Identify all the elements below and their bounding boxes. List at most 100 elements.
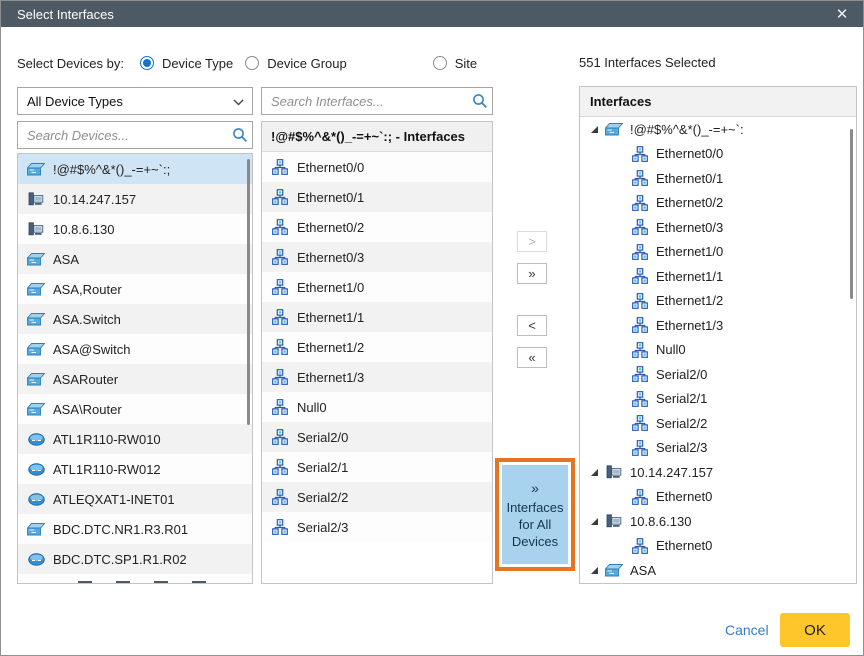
search-icon[interactable]	[228, 127, 252, 143]
device-row[interactable]: ASA@Switch	[18, 334, 252, 364]
search-interfaces-input[interactable]	[262, 89, 468, 113]
interface-icon	[630, 489, 650, 505]
device-row[interactable]: ASA	[18, 244, 252, 274]
tree-device-row[interactable]: !@#$%^&*()_-=+~`:	[580, 117, 856, 142]
device-row[interactable]: ATLEQXAT1-INET01	[18, 484, 252, 514]
interface-row[interactable]: Serial2/2	[262, 482, 492, 512]
interface-row[interactable]: Ethernet1/2	[262, 332, 492, 362]
tree-interface-row[interactable]: Null0	[580, 338, 856, 363]
interface-row[interactable]: Null0	[262, 392, 492, 422]
radio-device-group-circle[interactable]	[245, 56, 259, 70]
close-icon[interactable]: ✕	[831, 3, 853, 25]
tree-interface-row[interactable]: Serial2/1	[580, 387, 856, 412]
device-row[interactable]: BDC.DTC.NR1.R3.R01	[18, 514, 252, 544]
cancel-button[interactable]: Cancel	[725, 622, 769, 638]
tree-device-row[interactable]: 10.8.6.130	[580, 509, 856, 534]
expander-icon[interactable]	[588, 466, 600, 478]
device-row[interactable]: ATL1R110-RW012	[18, 454, 252, 484]
interface-row[interactable]: Ethernet0/1	[262, 182, 492, 212]
tree-interface-row[interactable]: Ethernet1/3	[580, 313, 856, 338]
tree-interface-row[interactable]: Ethernet0	[580, 534, 856, 559]
tree-interface-row[interactable]: Ethernet0/0	[580, 142, 856, 167]
pc-icon	[604, 513, 624, 529]
radio-device-type-circle[interactable]	[140, 56, 154, 70]
radio-device-type[interactable]: Device Type	[140, 56, 233, 71]
tree-interface-row[interactable]: Serial2/2	[580, 411, 856, 436]
device-row[interactable]: ATL1R110-RW010	[18, 424, 252, 454]
tree-interface-row[interactable]: Ethernet0/2	[580, 191, 856, 216]
double-chevron-right-icon: »	[531, 480, 539, 497]
device-row[interactable]: 10.14.247.157	[18, 184, 252, 214]
device-row[interactable]: 10.8.6.130	[18, 214, 252, 244]
tree-interface-row[interactable]: Serial2/0	[580, 362, 856, 387]
device-row[interactable]: !@#$%^&*()_-=+~`:;	[18, 154, 252, 184]
remove-selected-button[interactable]: <	[517, 315, 547, 336]
interface-icon	[270, 459, 290, 475]
tree-interface-row[interactable]: Ethernet0/3	[580, 215, 856, 240]
tree-interface-name: Serial2/2	[656, 416, 707, 431]
tree-interface-row[interactable]: Ethernet1/0	[580, 240, 856, 265]
highlight-annotation: » Interfaces for All Devices	[495, 458, 575, 571]
interface-row[interactable]: Serial2/3	[262, 512, 492, 542]
expander-icon[interactable]	[588, 515, 600, 527]
expander-icon[interactable]	[588, 123, 600, 135]
pc-icon	[26, 221, 46, 237]
interface-row[interactable]: Ethernet1/3	[262, 362, 492, 392]
interface-name: Ethernet1/3	[297, 370, 364, 385]
tree-interface-row[interactable]: Ethernet1/2	[580, 289, 856, 314]
interface-row[interactable]: Ethernet0/2	[262, 212, 492, 242]
interfaces-selected-count: 551 Interfaces Selected	[579, 55, 716, 70]
device-row[interactable]: BDC.DTC.SP1.R1.R02	[18, 544, 252, 574]
device-type-dropdown[interactable]: All Device Types	[17, 87, 253, 115]
pc-icon	[604, 464, 624, 480]
tree-interface-name: Ethernet1/1	[656, 269, 723, 284]
tree-interface-name: Ethernet0/2	[656, 195, 723, 210]
pc-icon	[26, 191, 46, 207]
tree-interface-row[interactable]: Ethernet1/1	[580, 264, 856, 289]
interface-name: Serial2/2	[297, 490, 348, 505]
search-icon[interactable]	[468, 93, 492, 109]
interfaces-for-all-devices-button[interactable]: » Interfaces for All Devices	[502, 465, 568, 564]
tree-interface-row[interactable]: Ethernet0	[580, 485, 856, 510]
interface-icon	[630, 366, 650, 382]
add-all-button[interactable]: »	[517, 263, 547, 284]
radio-site-label: Site	[455, 56, 477, 71]
device-row[interactable]: ASA,Router	[18, 274, 252, 304]
search-devices-input[interactable]	[18, 123, 228, 147]
add-selected-button[interactable]: >	[517, 231, 547, 252]
device-list-scrollbar[interactable]	[247, 159, 250, 425]
tree-interface-name: Ethernet0	[656, 538, 712, 553]
radio-device-type-label: Device Type	[162, 56, 233, 71]
tree-scrollbar[interactable]	[850, 129, 853, 299]
interface-row[interactable]: Serial2/0	[262, 422, 492, 452]
remove-all-button[interactable]: «	[517, 347, 547, 368]
interface-icon	[270, 399, 290, 415]
device-row[interactable]: ASA\Router	[18, 394, 252, 424]
device-name: ASA\Router	[53, 402, 122, 417]
tree-device-row[interactable]: 10.14.247.157	[580, 460, 856, 485]
radio-site[interactable]: Site	[433, 56, 477, 71]
tree-interface-row[interactable]: Serial2/3	[580, 436, 856, 461]
ok-button[interactable]: OK	[780, 613, 850, 647]
switch-icon	[604, 121, 624, 137]
switch-icon	[26, 161, 46, 177]
tree-device-row[interactable]: ASA	[580, 558, 856, 583]
interface-row[interactable]: Ethernet1/1	[262, 302, 492, 332]
radio-site-circle[interactable]	[433, 56, 447, 70]
device-name: BDC.DTC.SP1.R1.R02	[53, 552, 187, 567]
interface-icon	[270, 219, 290, 235]
device-row[interactable]: ASARouter	[18, 364, 252, 394]
tree-interface-name: Ethernet0/1	[656, 171, 723, 186]
interface-row[interactable]: Ethernet1/0	[262, 272, 492, 302]
device-row[interactable]: ASA.Switch	[18, 304, 252, 334]
interface-row[interactable]: Ethernet0/3	[262, 242, 492, 272]
tree-interface-name: Serial2/0	[656, 367, 707, 382]
interface-row[interactable]: Ethernet0/0	[262, 152, 492, 182]
tree-interface-row[interactable]: Ethernet0/1	[580, 166, 856, 191]
interface-row[interactable]: Serial2/1	[262, 452, 492, 482]
interface-icon	[270, 489, 290, 505]
radio-device-group[interactable]: Device Group	[245, 56, 346, 71]
expander-icon[interactable]	[588, 564, 600, 576]
tree-device-name: ASA	[630, 563, 656, 578]
interface-icon	[630, 391, 650, 407]
